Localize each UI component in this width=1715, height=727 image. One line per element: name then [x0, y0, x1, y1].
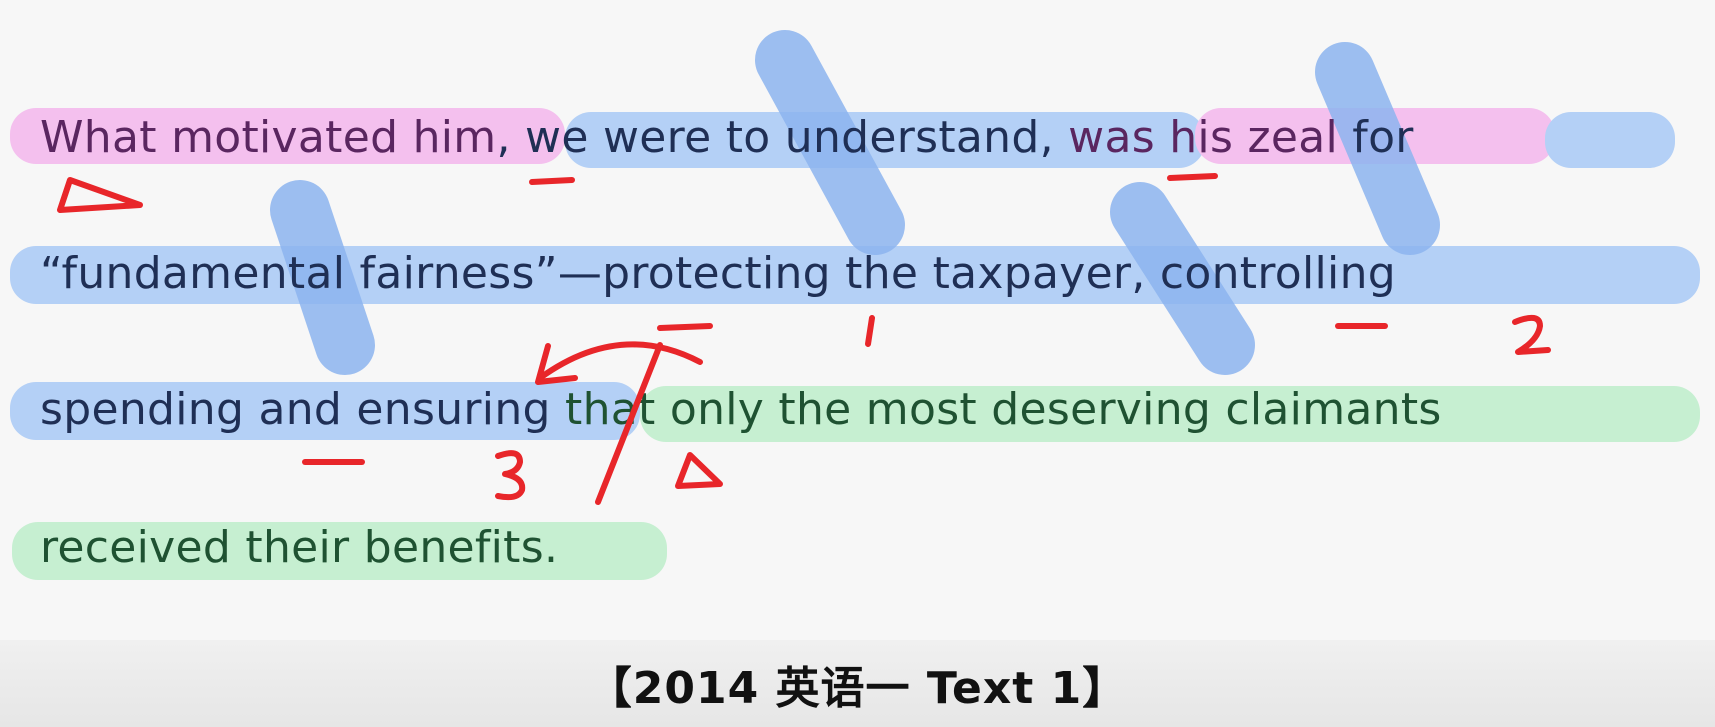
number-1-stroke — [865, 315, 875, 347]
triangle-mark-2 — [675, 452, 723, 489]
comma-dash-2 — [1167, 173, 1218, 181]
division-slash — [595, 342, 663, 505]
source-caption: 【2014 英语一 Text 1】 — [587, 662, 1128, 714]
number-2-stroke — [1512, 314, 1551, 355]
number-3-stroke — [495, 450, 526, 501]
whiteboard-canvas: What motivated him, we were to understan… — [0, 0, 1715, 640]
triangle-mark-1 — [57, 177, 143, 213]
caption-bar: 【2014 英语一 Text 1】 — [0, 640, 1715, 727]
arrow-curve — [537, 341, 703, 381]
dash-mark-3 — [657, 323, 713, 331]
comma-dash-1 — [529, 177, 575, 185]
red-ink-annotations — [57, 173, 1551, 505]
